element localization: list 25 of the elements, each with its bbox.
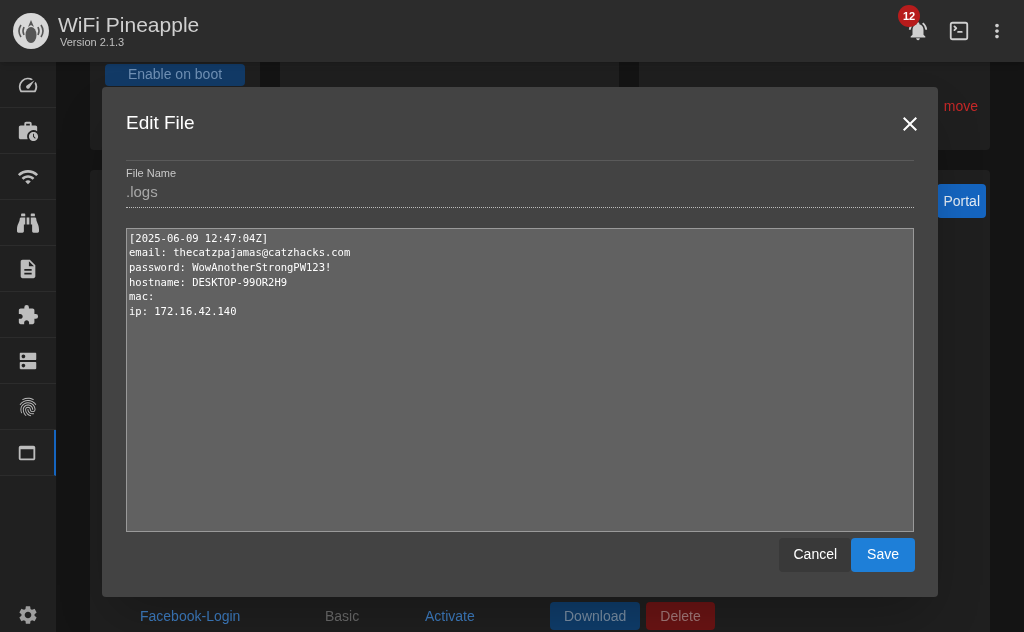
portal-name-link[interactable]: Facebook-Login	[140, 605, 325, 627]
cancel-button[interactable]: Cancel	[779, 537, 852, 572]
delete-button[interactable]: Delete	[646, 602, 715, 630]
version-label: Version 2.1.3	[60, 37, 126, 48]
notification-badge: 12	[898, 5, 920, 27]
portal-button[interactable]: Portal	[937, 184, 986, 218]
briefcase-clock-icon	[17, 119, 39, 142]
dialog-title: Edit File	[126, 111, 195, 136]
binoculars-icon	[17, 211, 39, 234]
download-button[interactable]: Download	[550, 602, 641, 630]
enable-on-boot-button[interactable]: Enable on boot	[105, 63, 245, 86]
terminal-icon[interactable]	[948, 20, 970, 42]
activate-link[interactable]: Activate	[425, 605, 550, 627]
file-name-field[interactable]: .logs	[126, 181, 914, 208]
pineapple-logo-icon	[12, 12, 50, 50]
file-content-field[interactable]: [2025-06-09 12:47:04Z] email: thecatzpajamas@catzhacks.com password: WowAnotherStrongPW123! hostname: DESKTOP-99OR2H9 mac: ip: 172.16.42.140	[126, 227, 914, 532]
fingerprint-icon	[17, 395, 39, 418]
settings-icon[interactable]	[17, 604, 39, 626]
portal-type-text: Basic	[325, 606, 361, 626]
remove-link[interactable]: move	[943, 96, 978, 117]
save-button[interactable]: Save	[851, 537, 915, 572]
file-name-label: File Name	[126, 166, 177, 181]
app-title: WiFi Pineapple	[58, 14, 200, 35]
sidebar-item[interactable]	[0, 430, 56, 476]
puzzle-icon	[17, 303, 39, 326]
